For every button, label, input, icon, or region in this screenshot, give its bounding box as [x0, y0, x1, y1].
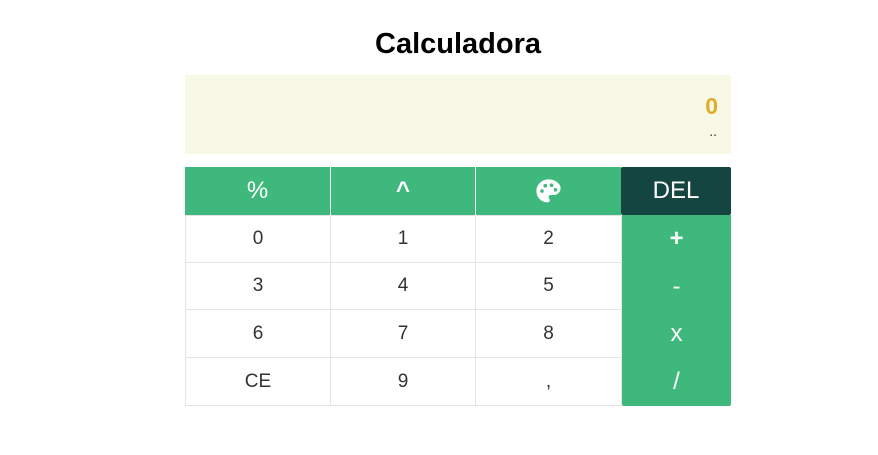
digit-0-button[interactable]: 0	[185, 215, 331, 263]
multiply-button[interactable]: x	[622, 310, 731, 358]
delete-button[interactable]: DEL	[621, 167, 731, 215]
digit-1-button[interactable]: 1	[330, 215, 476, 263]
digit-7-button[interactable]: 7	[330, 309, 476, 358]
digit-8-button[interactable]: 8	[475, 309, 622, 358]
theme-button[interactable]	[476, 167, 621, 215]
minus-button[interactable]: -	[622, 263, 731, 310]
power-button[interactable]: ^	[331, 167, 475, 215]
digit-3-button[interactable]: 3	[185, 262, 331, 310]
digit-6-button[interactable]: 6	[185, 309, 331, 358]
keypad: % ^ DEL 0 1 2 + 3 4 5 - 6 7 8 x CE 9 , /	[185, 167, 731, 406]
display-expression: ..	[709, 123, 717, 139]
digit-9-button[interactable]: 9	[330, 357, 476, 406]
percent-button[interactable]: %	[185, 167, 330, 215]
clear-entry-button[interactable]: CE	[185, 357, 331, 406]
display-value: 0	[705, 93, 718, 119]
plus-button[interactable]: +	[622, 215, 731, 263]
digit-4-button[interactable]: 4	[330, 262, 476, 310]
palette-icon	[534, 177, 563, 206]
comma-button[interactable]: ,	[475, 357, 622, 406]
divide-button[interactable]: /	[622, 358, 731, 406]
calculator-display: 0 ..	[185, 75, 731, 154]
page-title: Calculadora	[375, 28, 541, 60]
digit-2-button[interactable]: 2	[475, 215, 622, 263]
digit-5-button[interactable]: 5	[475, 262, 622, 310]
